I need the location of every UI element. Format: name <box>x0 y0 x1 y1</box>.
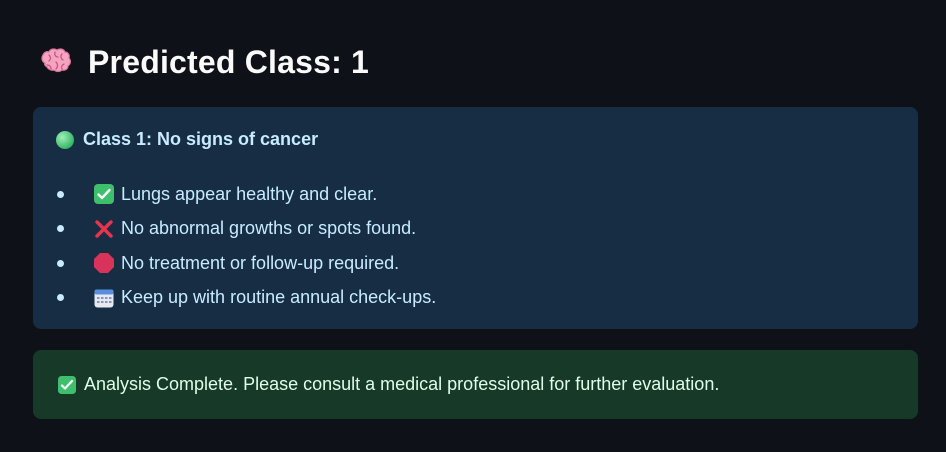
bullet-dot <box>57 259 64 267</box>
cross-mark-icon <box>93 218 115 240</box>
check-box-icon <box>93 183 115 205</box>
list-item-text: Lungs appear healthy and clear. <box>121 183 378 204</box>
list-item: Keep up with routine annual check-ups. <box>55 281 436 316</box>
page-header: Predicted Class: 1 <box>38 44 369 81</box>
bullet-dot <box>57 225 64 233</box>
list-item-text: No abnormal growths or spots found. <box>121 218 417 239</box>
stop-sign-icon <box>93 252 115 274</box>
findings-list: Lungs appear healthy and clear. No abnor… <box>55 177 436 315</box>
calendar-icon <box>93 287 115 309</box>
class-heading-text: Class 1: No signs of cancer <box>83 129 319 149</box>
app-page: Predicted Class: 1 Class 1: No signs of … <box>0 0 946 452</box>
class-heading: Class 1: No signs of cancer <box>55 129 318 150</box>
bullet-dot <box>57 294 64 302</box>
success-message: Analysis Complete. Please consult a medi… <box>84 374 720 394</box>
list-item-text: No treatment or follow-up required. <box>121 252 400 273</box>
green-circle-icon <box>55 130 75 150</box>
list-item: No treatment or follow-up required. <box>55 246 436 281</box>
brain-icon <box>38 45 74 81</box>
list-item: No abnormal growths or spots found. <box>55 212 436 247</box>
success-alert: Analysis Complete. Please consult a medi… <box>33 350 918 419</box>
info-alert: Class 1: No signs of cancer Lungs appear… <box>33 107 918 329</box>
check-box-icon <box>57 375 77 395</box>
list-item-text: Keep up with routine annual check-ups. <box>121 287 437 308</box>
list-item: Lungs appear healthy and clear. <box>55 177 436 212</box>
page-title: Predicted Class: 1 <box>88 44 370 80</box>
bullet-dot <box>57 190 64 198</box>
